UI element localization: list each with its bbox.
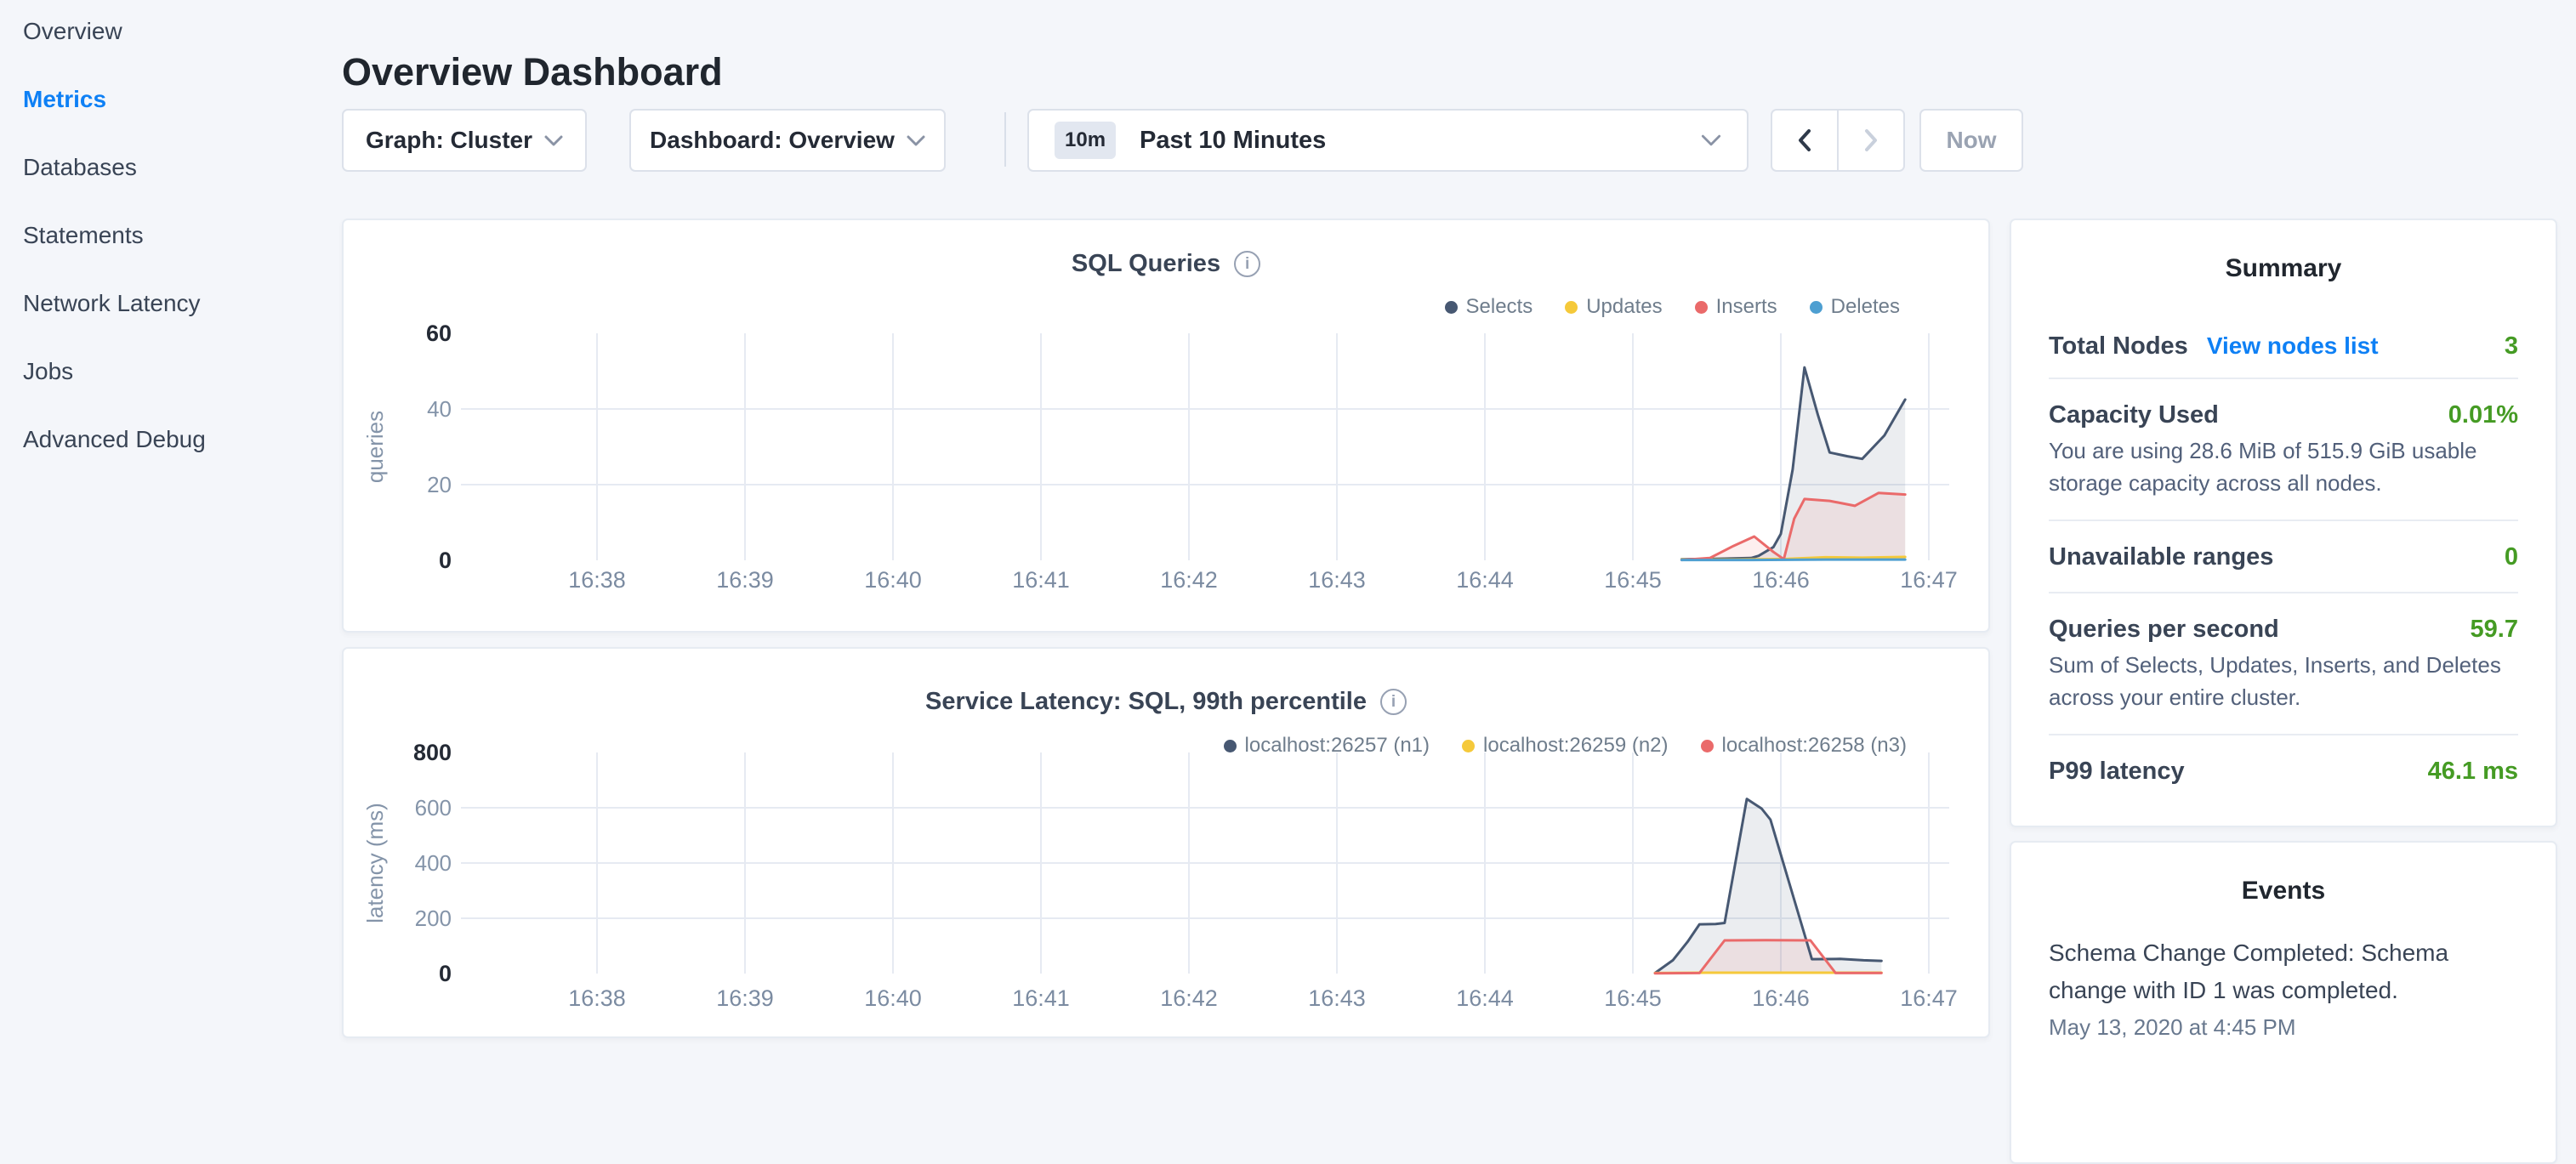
svg-text:16:43: 16:43 <box>1308 985 1366 1011</box>
sidebar-item-metrics[interactable]: Metrics <box>0 82 342 117</box>
summary-row-head: Unavailable ranges 0 <box>2049 543 2518 571</box>
summary-row-value: 3 <box>2505 332 2518 361</box>
svg-text:16:43: 16:43 <box>1308 567 1366 593</box>
service-latency-chart-card: Service Latency: SQL, 99th percentileloc… <box>342 647 1990 1038</box>
summary-row-description: Sum of Selects, Updates, Inserts, and De… <box>2049 649 2518 713</box>
sidebar-item-overview[interactable]: Overview <box>0 14 342 49</box>
svg-text:16:46: 16:46 <box>1752 985 1810 1011</box>
sql-queries-plot[interactable]: 0 20 40 60 16:38 16:39 16:40 16:41 16:42 16:43 16:… <box>344 220 1988 631</box>
svg-text:16:38: 16:38 <box>568 985 626 1011</box>
summary-row-head: Capacity Used 0.01% <box>2049 401 2518 429</box>
svg-text:20: 20 <box>427 472 452 497</box>
graph-scope-label: Graph: Cluster <box>366 127 532 154</box>
svg-text:40: 40 <box>427 396 452 422</box>
summary-panel: Summary Total Nodes View nodes list 3 Capac… <box>2010 219 2557 827</box>
events-list: Schema Change Completed: Schema change w… <box>2011 934 2556 1041</box>
summary-row-value: 0 <box>2505 543 2518 571</box>
summary-title: Summary <box>2011 220 2556 283</box>
events-panel: Events Schema Change Completed: Schema c… <box>2010 841 2557 1164</box>
svg-text:16:47: 16:47 <box>1900 567 1958 593</box>
event-message: Schema Change Completed: Schema change w… <box>2049 934 2474 1009</box>
svg-text:16:45: 16:45 <box>1604 985 1662 1011</box>
db-console-page: { "header": { "title": "Overview Dashboa… <box>0 0 2576 1051</box>
summary-row-label: P99 latency <box>2049 758 2185 786</box>
svg-text:16:47: 16:47 <box>1900 985 1958 1011</box>
summary-row: P99 latency 46.1 ms <box>2049 735 2518 806</box>
graph-scope-dropdown[interactable]: Graph: Cluster <box>342 109 587 172</box>
svg-text:400: 400 <box>415 850 452 876</box>
time-range-selector[interactable]: 10m Past 10 Minutes <box>1027 109 1749 172</box>
event-timestamp: May 13, 2020 at 4:45 PM <box>2049 1014 2518 1041</box>
summary-row-head: Total Nodes View nodes list 3 <box>2049 332 2518 361</box>
svg-text:16:46: 16:46 <box>1752 567 1810 593</box>
page-title: Overview Dashboard <box>342 49 723 95</box>
svg-text:800: 800 <box>413 740 452 765</box>
summary-row-label: Unavailable ranges <box>2049 543 2273 571</box>
svg-text:16:40: 16:40 <box>864 567 922 593</box>
summary-row: Total Nodes View nodes list 3 <box>2049 331 2518 379</box>
summary-row-label: Capacity Used <box>2049 401 2219 429</box>
service-latency-plot[interactable]: 0 200 400 600 800 16:38 16:39 16:40 16:41 16:42 16… <box>344 649 1988 1036</box>
next-time-button[interactable] <box>1837 111 1903 170</box>
summary-row: Unavailable ranges 0 <box>2049 521 2518 593</box>
chevron-right-icon <box>1864 128 1878 152</box>
svg-text:16:38: 16:38 <box>568 567 626 593</box>
sidebar-item-network-latency[interactable]: Network Latency <box>0 286 342 321</box>
chevron-down-icon <box>907 135 925 146</box>
events-title: Events <box>2011 843 2556 906</box>
sidebar-item-advanced-debug[interactable]: Advanced Debug <box>0 422 342 457</box>
controls-divider <box>1004 112 1006 167</box>
sql-queries-chart-card: SQL QueriesSelectsUpdatesInsertsDeletes0… <box>342 219 1990 633</box>
dashboard-dropdown-label: Dashboard: Overview <box>650 127 895 154</box>
svg-text:600: 600 <box>415 795 452 820</box>
chevron-down-icon <box>1701 134 1721 146</box>
svg-text:16:42: 16:42 <box>1160 567 1218 593</box>
sidebar: Overview Metrics Databases Statements Networ… <box>0 0 342 1051</box>
sidebar-item-jobs[interactable]: Jobs <box>0 354 342 389</box>
main-content: Overview Dashboard Graph: Cluster Dashbo… <box>342 0 2576 1051</box>
summary-row-description: You are using 28.6 MiB of 515.9 GiB usab… <box>2049 434 2518 499</box>
sidebar-item-databases[interactable]: Databases <box>0 150 342 185</box>
svg-text:16:42: 16:42 <box>1160 985 1218 1011</box>
svg-text:60: 60 <box>426 321 452 346</box>
summary-row-label: Queries per second <box>2049 616 2279 644</box>
time-range-badge: 10m <box>1055 122 1116 159</box>
summary-row-head: Queries per second 59.7 <box>2049 616 2518 644</box>
summary-row: Capacity Used 0.01% You are using 28.6 MiB… <box>2049 379 2518 521</box>
event-item[interactable]: Schema Change Completed: Schema change w… <box>2049 934 2518 1041</box>
svg-text:latency (ms): latency (ms) <box>362 803 388 923</box>
svg-text:0: 0 <box>439 961 452 986</box>
time-step-buttons <box>1771 109 1905 172</box>
summary-row-head: P99 latency 46.1 ms <box>2049 758 2518 786</box>
summary-row-value: 0.01% <box>2448 401 2518 429</box>
svg-text:16:39: 16:39 <box>716 567 774 593</box>
view-nodes-list-link[interactable]: View nodes list <box>2207 332 2379 360</box>
time-range-label: Past 10 Minutes <box>1140 127 1326 155</box>
svg-text:16:45: 16:45 <box>1604 567 1662 593</box>
now-button[interactable]: Now <box>1919 109 2023 172</box>
svg-text:16:40: 16:40 <box>864 985 922 1011</box>
chevron-left-icon <box>1798 128 1811 152</box>
summary-row: Queries per second 59.7 Sum of Selects, Up… <box>2049 593 2518 735</box>
sidebar-item-statements[interactable]: Statements <box>0 218 342 253</box>
previous-time-button[interactable] <box>1772 111 1837 170</box>
svg-text:0: 0 <box>439 548 452 573</box>
chevron-down-icon <box>544 135 563 146</box>
svg-text:queries: queries <box>362 411 388 483</box>
svg-text:16:41: 16:41 <box>1012 567 1070 593</box>
svg-text:200: 200 <box>415 906 452 931</box>
summary-row-value: 46.1 ms <box>2428 758 2518 786</box>
dashboard-dropdown[interactable]: Dashboard: Overview <box>629 109 946 172</box>
summary-rows: Total Nodes View nodes list 3 Capacity Used… <box>2049 331 2518 806</box>
svg-text:16:41: 16:41 <box>1012 985 1070 1011</box>
svg-text:16:39: 16:39 <box>716 985 774 1011</box>
summary-row-label: Total Nodes <box>2049 332 2188 361</box>
svg-text:16:44: 16:44 <box>1456 985 1514 1011</box>
svg-text:16:44: 16:44 <box>1456 567 1514 593</box>
summary-row-value: 59.7 <box>2471 616 2518 644</box>
